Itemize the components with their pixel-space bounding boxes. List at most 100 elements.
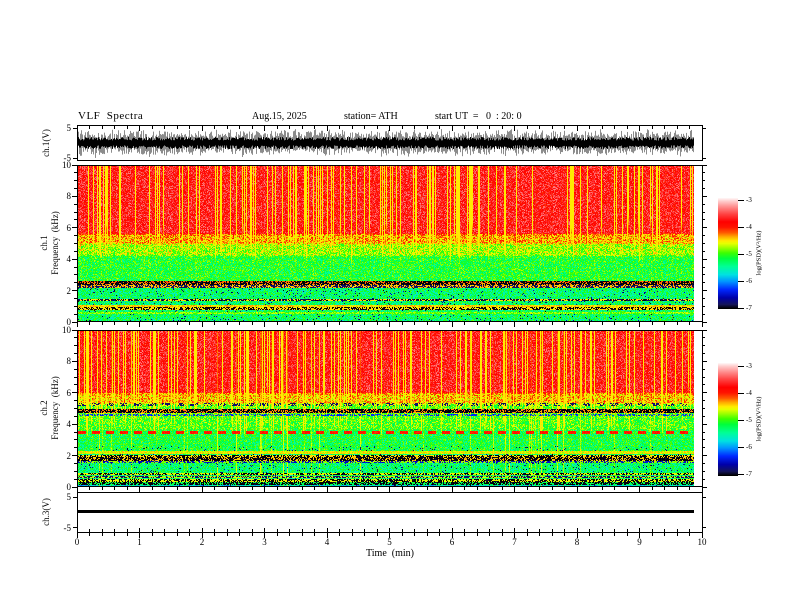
x-tick-label: 0 (74, 537, 80, 547)
y-minor-tick (74, 431, 77, 433)
x-minor-tick (526, 487, 528, 490)
ch1-spectrogram-canvas (78, 166, 694, 321)
y-tick (702, 157, 706, 159)
x-minor-tick (176, 533, 178, 536)
y-minor-tick (74, 203, 77, 205)
x-minor-tick (101, 533, 103, 536)
x-tick (326, 322, 328, 327)
x-minor-tick (551, 529, 553, 532)
x-minor-tick (664, 322, 665, 325)
x-minor-tick (126, 529, 128, 532)
x-minor-tick (351, 126, 353, 129)
x-minor-tick (214, 126, 215, 129)
x-minor-tick (414, 126, 415, 129)
y-minor-tick (702, 313, 705, 315)
x-tick (514, 322, 515, 327)
y-tick-label: 2 (66, 285, 72, 296)
x-minor-tick (226, 529, 228, 532)
colorbar-tick-label: -7 (746, 470, 752, 478)
y-tick (72, 486, 77, 488)
figure-title: VLF Spectra (78, 110, 144, 122)
x-minor-tick (539, 533, 540, 536)
y-tick (72, 321, 77, 323)
colorbar-tick-label: -5 (746, 250, 752, 258)
x-minor-tick (664, 126, 665, 129)
x-minor-tick (289, 126, 290, 129)
x-tick (264, 126, 265, 131)
colorbar-tick-label: -6 (746, 277, 752, 285)
y-minor-tick (702, 368, 705, 370)
y-minor-tick (74, 305, 77, 307)
colorbar-tick-label: -6 (746, 443, 752, 451)
colorbar-tick-label: -5 (746, 416, 752, 424)
x-minor-tick (176, 126, 178, 129)
y-minor-tick (74, 408, 77, 409)
x-minor-tick (664, 533, 665, 536)
x-minor-tick (589, 533, 590, 536)
y-tick (702, 329, 707, 331)
y-minor-tick (702, 211, 705, 213)
x-minor-tick (526, 322, 528, 325)
x-minor-tick (351, 487, 353, 490)
x-tick (701, 528, 703, 532)
y-minor-tick (74, 188, 77, 190)
x-minor-tick (239, 126, 240, 129)
x-tick (576, 528, 578, 532)
x-minor-tick (626, 322, 628, 325)
x-minor-tick (364, 126, 365, 129)
x-minor-tick (676, 322, 678, 325)
x-minor-tick (226, 533, 228, 536)
y-minor-tick (702, 353, 705, 355)
y-tick (702, 127, 706, 129)
x-minor-tick (626, 487, 628, 490)
x-minor-tick (351, 533, 353, 536)
x-minor-tick (314, 533, 315, 536)
x-minor-tick (189, 533, 190, 536)
x-minor-tick (301, 322, 303, 325)
x-minor-tick (251, 529, 253, 532)
ch2-channel-axis-label: ch.2 (39, 400, 49, 416)
x-minor-tick (689, 126, 690, 129)
x-minor-tick (164, 487, 165, 490)
x-tick (389, 528, 390, 532)
x-minor-tick (351, 322, 353, 325)
x-minor-tick (214, 322, 215, 325)
x-minor-tick (476, 533, 478, 536)
x-minor-tick (151, 533, 153, 536)
x-minor-tick (689, 533, 690, 536)
x-minor-tick (114, 533, 115, 536)
x-minor-tick (526, 126, 528, 129)
x-tick-label: 4 (324, 537, 330, 547)
x-minor-tick (314, 487, 315, 490)
y-tick (72, 423, 77, 425)
x-minor-tick (214, 533, 215, 536)
ch2-colorbar (718, 362, 738, 476)
x-minor-tick (501, 126, 503, 129)
x-minor-tick (376, 322, 378, 325)
x-minor-tick (189, 322, 190, 325)
ch1-colorbar (718, 197, 738, 309)
x-minor-tick (401, 322, 403, 325)
x-minor-tick (151, 487, 153, 490)
x-minor-tick (101, 126, 103, 129)
x-minor-tick (239, 533, 240, 536)
y-minor-tick (702, 250, 705, 252)
x-minor-tick (426, 487, 428, 490)
y-tick-label: 5 (66, 123, 72, 133)
y-tick-label: 6 (66, 222, 72, 233)
x-minor-tick (601, 126, 603, 129)
x-tick (201, 126, 203, 131)
x-minor-tick (651, 529, 653, 532)
y-tick (702, 486, 707, 488)
x-tick (451, 528, 453, 532)
x-minor-tick (289, 533, 290, 536)
x-tick (326, 126, 328, 131)
colorbar-tick-label: -3 (746, 362, 752, 370)
y-tick (73, 157, 77, 159)
colorbar-tick-label: -3 (746, 196, 752, 204)
y-minor-tick (702, 243, 705, 244)
x-minor-tick (301, 533, 303, 536)
x-minor-tick (114, 487, 115, 490)
x-tick-label: 5 (387, 537, 392, 547)
colorbar-tick-label: -7 (746, 304, 752, 312)
